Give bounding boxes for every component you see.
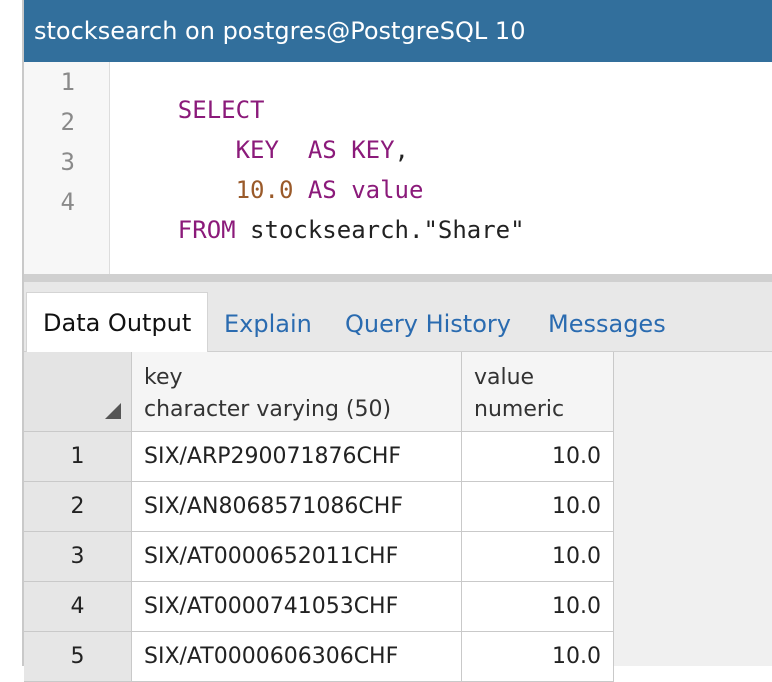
row-number[interactable]: 1 — [24, 432, 132, 482]
cell-key[interactable]: SIX/AN8068571086CHF — [132, 482, 462, 532]
query-tool-title: stocksearch on postgres@PostgreSQL 10 — [34, 17, 526, 45]
cell-value[interactable]: 10.0 — [462, 582, 614, 632]
tab-messages[interactable]: Messages — [548, 296, 666, 352]
select-all-corner[interactable] — [24, 352, 132, 432]
cell-value[interactable]: 10.0 — [462, 432, 614, 482]
data-output-grid: key character varying (50) value numeric… — [24, 352, 772, 682]
cell-value[interactable]: 10.0 — [462, 632, 614, 682]
column-header-key[interactable]: key character varying (50) — [132, 352, 462, 432]
column-name: key — [144, 365, 183, 390]
line-number: 2 — [60, 108, 75, 136]
cell-value[interactable]: 10.0 — [462, 482, 614, 532]
row-number[interactable]: 2 — [24, 482, 132, 532]
column-type: numeric — [474, 397, 565, 422]
sql-identifier: stocksearch."Share" — [250, 216, 525, 244]
cell-key[interactable]: SIX/AT0000606306CHF — [132, 632, 462, 682]
tab-data-output[interactable]: Data Output — [26, 292, 209, 352]
sort-corner-icon — [105, 403, 121, 419]
cell-key[interactable]: SIX/AT0000741053CHF — [132, 582, 462, 632]
cell-key[interactable]: SIX/AT0000652011CHF — [132, 532, 462, 582]
cell-value[interactable]: 10.0 — [462, 532, 614, 582]
tab-query-history[interactable]: Query History — [345, 296, 511, 352]
line-number: 1 — [60, 68, 75, 96]
sql-editor[interactable]: 1 2 3 4 SELECT KEY AS KEY, 10.0 AS value… — [24, 62, 772, 274]
line-number: 4 — [60, 188, 75, 216]
line-number-gutter: 1 2 3 4 — [24, 62, 110, 274]
panel-splitter[interactable] — [24, 274, 772, 282]
code-line-4[interactable]: FROM stocksearch."Share" — [120, 188, 525, 272]
left-panel-edge — [0, 0, 24, 666]
query-tool-title-bar: stocksearch on postgres@PostgreSQL 10 — [24, 0, 772, 62]
column-header-value[interactable]: value numeric — [462, 352, 614, 432]
cell-key[interactable]: SIX/ARP290071876CHF — [132, 432, 462, 482]
row-number[interactable]: 4 — [24, 582, 132, 632]
output-tab-bar: Data Output Explain Query History Messag… — [24, 282, 772, 352]
row-number[interactable]: 3 — [24, 532, 132, 582]
row-number[interactable]: 5 — [24, 632, 132, 682]
column-name: value — [474, 365, 535, 390]
line-number: 3 — [60, 148, 75, 176]
tab-explain[interactable]: Explain — [224, 296, 312, 352]
column-type: character varying (50) — [144, 397, 392, 422]
sql-keyword: FROM — [177, 216, 251, 244]
